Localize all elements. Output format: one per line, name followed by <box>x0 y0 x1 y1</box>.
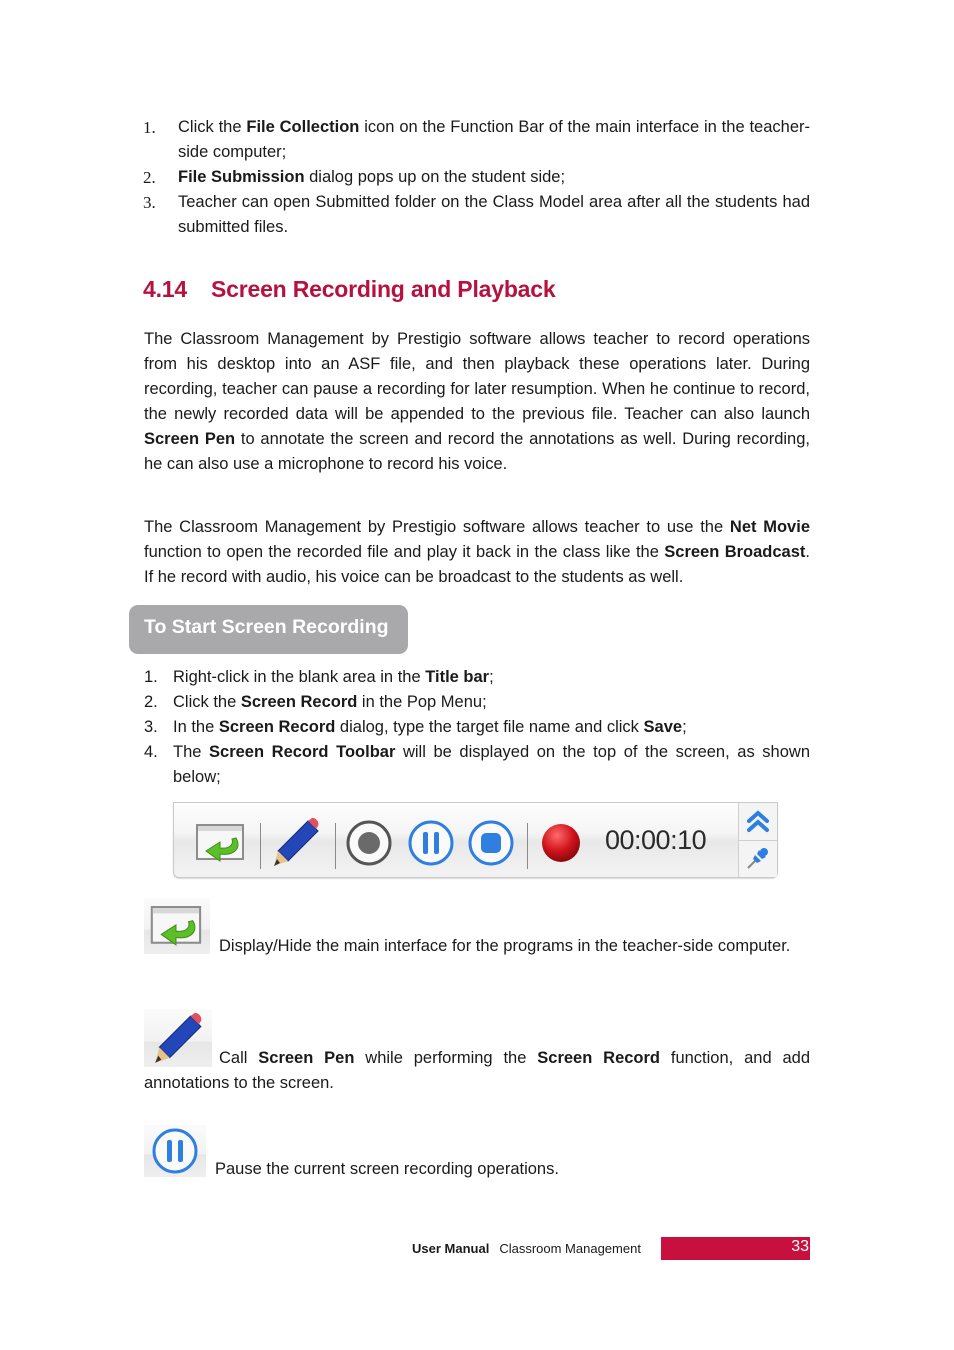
list-item: 1. Click the File Collection icon on the … <box>143 115 810 165</box>
rich-text: Teacher can open Submitted folder on the… <box>178 193 810 236</box>
text-run: Click the <box>173 693 241 711</box>
footer-product: Classroom Management <box>499 1241 641 1256</box>
text-run: to annotate the screen and record the an… <box>144 430 810 473</box>
start-recording-steps: 1. Right-click in the blank area in the T… <box>144 665 810 790</box>
text-run: The <box>173 743 210 761</box>
toolbar-separator <box>335 823 336 869</box>
collapse-up-icon[interactable] <box>746 809 770 833</box>
bold-term: Save <box>643 718 683 736</box>
screen-pen-icon[interactable] <box>270 817 322 869</box>
text-run: Right-click in the blank area in the <box>173 668 426 686</box>
display-hide-description: Display/Hide the main interface for the … <box>144 934 810 959</box>
subheading-pill: To Start Screen Recording <box>129 605 408 654</box>
record-icon[interactable] <box>346 820 392 866</box>
rich-text: Click the Screen Record in the Pop Menu; <box>173 693 487 711</box>
footer-manual: User Manual <box>412 1241 490 1256</box>
pause-icon[interactable] <box>408 820 454 866</box>
bold-term: Screen Record Toolbar <box>209 743 396 761</box>
bold-term: Screen Record <box>537 1049 661 1067</box>
text-run: ; <box>489 668 494 686</box>
list-number: 3. <box>144 718 158 736</box>
list-number: 1. <box>144 668 158 686</box>
pause-icon <box>152 1128 198 1174</box>
text-run: The Classroom Management by Prestigio so… <box>144 330 810 423</box>
text-run: The Classroom Management by Prestigio so… <box>144 518 730 536</box>
footer-label: User Manual Classroom Management <box>412 1241 641 1256</box>
intro-paragraph: The Classroom Management by Prestigio so… <box>144 327 810 477</box>
list-item: 1. Right-click in the blank area in the T… <box>144 665 810 690</box>
pause-icon-image <box>144 1125 206 1177</box>
screen-pen-description: Call Screen Pen while performing the Scr… <box>144 1046 810 1096</box>
list-number: 1. <box>143 118 156 137</box>
list-number: 2. <box>144 693 158 711</box>
screen-record-toolbar: 00:00:10 <box>173 802 778 878</box>
list-number: 4. <box>144 743 158 761</box>
list-item: 2. Click the Screen Record in the Pop Men… <box>144 690 810 715</box>
file-collection-steps: 1. Click the File Collection icon on the … <box>143 115 810 240</box>
pause-description: Pause the current screen recording opera… <box>215 1157 559 1182</box>
rich-text: File Submission dialog pops up on the st… <box>178 168 565 186</box>
bold-term: Screen Broadcast <box>664 543 806 561</box>
rich-text: In the Screen Record dialog, type the ta… <box>173 718 687 736</box>
text-run: ; <box>682 718 687 736</box>
text-run: Teacher can open Submitted folder on the… <box>178 193 810 236</box>
toolbar-separator <box>260 823 261 869</box>
bold-term: Screen Record <box>218 718 336 736</box>
rich-text: The Classroom Management by Prestigio so… <box>144 518 810 586</box>
list-item: 3. Teacher can open Submitted folder on t… <box>143 190 810 240</box>
rich-text: The Screen Record Toolbar will be displa… <box>173 743 810 786</box>
section-title: Screen Recording and Playback <box>211 276 556 302</box>
bold-term: File Collection <box>246 118 360 136</box>
bold-term: Net Movie <box>729 518 810 536</box>
list-number: 3. <box>143 193 156 212</box>
list-item: 4. The Screen Record Toolbar will be disp… <box>144 740 810 790</box>
list-number: 2. <box>143 168 156 187</box>
rich-text: Call Screen Pen while performing the Scr… <box>144 1049 810 1092</box>
text-run: in the Pop Menu; <box>357 693 487 711</box>
page-number-box: 33 <box>661 1237 810 1260</box>
list-item: 2. File Submission dialog pops up on the … <box>143 165 810 190</box>
text-run: function to open the recorded file and p… <box>144 543 665 561</box>
section-heading: 4.14 Screen Recording and Playback <box>143 276 556 303</box>
bold-term: Title bar <box>425 668 490 686</box>
section-number: 4.14 <box>143 276 187 302</box>
text-run: In the <box>173 718 219 736</box>
recording-indicator-icon <box>542 824 580 862</box>
rich-text: Pause the current screen recording opera… <box>215 1160 559 1178</box>
text-run: dialog, type the target file name and cl… <box>335 718 644 736</box>
divider <box>739 840 777 841</box>
toolbar-separator <box>527 823 528 869</box>
toolbar-side-controls <box>738 803 777 877</box>
list-item: 3. In the Screen Record dialog, type the … <box>144 715 810 740</box>
rich-text: Display/Hide the main interface for the … <box>219 937 790 955</box>
text-run: Click the <box>178 118 247 136</box>
pin-icon[interactable] <box>745 845 771 871</box>
bold-term: File Submission <box>178 168 305 186</box>
bold-term: Screen Pen <box>258 1049 355 1067</box>
playback-paragraph: The Classroom Management by Prestigio so… <box>144 515 810 590</box>
text-run: Display/Hide the main interface for the … <box>219 937 791 955</box>
stop-icon[interactable] <box>468 820 514 866</box>
bold-term: Screen Record <box>240 693 358 711</box>
bold-term: Screen Pen <box>144 430 236 448</box>
recording-timer: 00:00:10 <box>605 825 707 855</box>
text-run: while performing the <box>354 1049 538 1067</box>
display-hide-interface-icon[interactable] <box>196 824 246 864</box>
rich-text: Right-click in the blank area in the Tit… <box>173 668 494 686</box>
text-run: Pause the current screen recording opera… <box>215 1160 559 1178</box>
text-run: Call <box>219 1049 259 1067</box>
text-run: dialog pops up on the student side; <box>304 168 566 186</box>
rich-text: Click the File Collection icon on the Fu… <box>178 118 810 161</box>
rich-text: The Classroom Management by Prestigio so… <box>144 330 810 473</box>
page-number: 33 <box>791 1238 809 1255</box>
